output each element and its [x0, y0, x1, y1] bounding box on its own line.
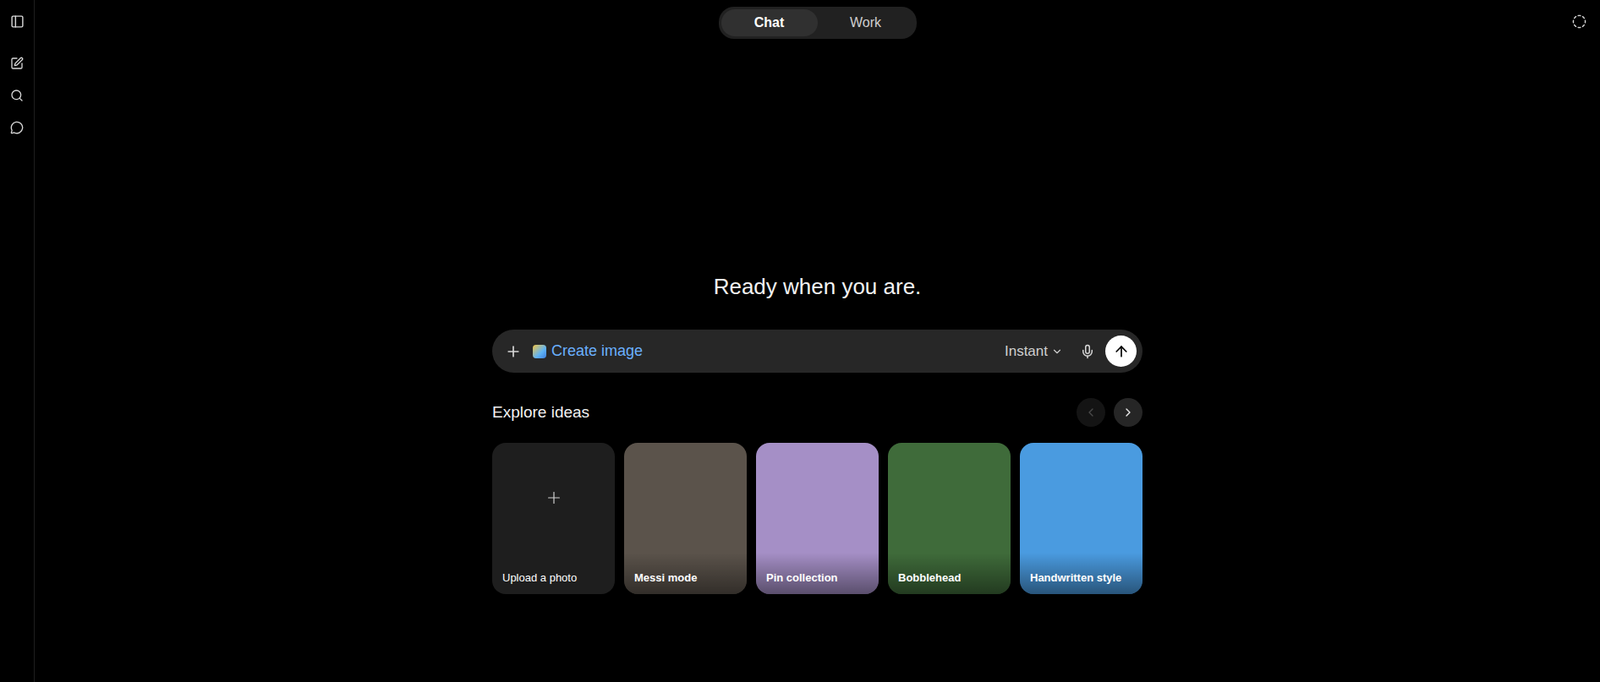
main-area: ChatWork Ready when you are. Create image I…: [34, 0, 1600, 682]
add-button[interactable]: [504, 342, 523, 362]
plus-icon: [504, 343, 522, 361]
top-bar: ChatWork: [34, 0, 1600, 46]
next-button[interactable]: [1113, 398, 1143, 428]
dashed-circle-icon: [1572, 14, 1587, 29]
upload-card[interactable]: Upload a photo: [492, 443, 615, 595]
mode-tab[interactable]: Chat: [721, 9, 818, 37]
idea-cards: Upload a photoMessi modePin collectionBo…: [492, 443, 1143, 595]
explore-title: Explore ideas: [492, 403, 590, 422]
image-icon: [532, 345, 547, 359]
card-label: Upload a photo: [492, 553, 615, 595]
search-button[interactable]: [7, 86, 27, 105]
chat-bubble-icon: [10, 120, 24, 135]
composer[interactable]: Create image Instant: [492, 329, 1143, 373]
microphone-icon: [1079, 344, 1096, 360]
heading: Ready when you are.: [492, 273, 1143, 301]
idea-card[interactable]: Handwritten style: [1019, 443, 1143, 595]
explore-header: Explore ideas: [492, 398, 1143, 428]
temporary-chat-button[interactable]: [1569, 11, 1589, 31]
previous-button[interactable]: [1076, 398, 1106, 428]
pencil-square-icon: [10, 56, 24, 71]
send-button[interactable]: [1105, 335, 1137, 368]
panel-left-icon: [10, 14, 25, 29]
idea-card[interactable]: Bobblehead: [887, 443, 1011, 595]
mode-tab[interactable]: Work: [817, 9, 915, 37]
card-label: Bobblehead: [887, 553, 1011, 595]
card-label: Pin collection: [756, 553, 879, 595]
card-label: Handwritten style: [1019, 553, 1143, 595]
chevron-left-icon: [1084, 405, 1098, 420]
new-chat-button[interactable]: [7, 54, 27, 73]
idea-card[interactable]: Messi mode: [624, 443, 747, 595]
idea-card[interactable]: Pin collection: [756, 443, 879, 595]
home-content: Ready when you are. Create image Instant Ex…: [492, 273, 1143, 595]
arrow-up-icon: [1112, 343, 1130, 361]
create-image-chip[interactable]: Create image: [531, 339, 645, 364]
voice-button[interactable]: [1078, 342, 1097, 362]
chats-button[interactable]: [7, 118, 27, 137]
search-icon: [10, 88, 24, 103]
plus-icon: [544, 488, 564, 508]
app-window: ChatWork Ready when you are. Create image I…: [0, 0, 1600, 682]
chevron-down-icon: [1051, 345, 1064, 358]
toggle-sidebar-button[interactable]: [7, 11, 27, 31]
chevron-right-icon: [1121, 405, 1135, 420]
card-label: Messi mode: [624, 553, 747, 595]
mode-toggle: ChatWork: [718, 6, 917, 39]
sidebar: [0, 0, 35, 682]
model-selector[interactable]: Instant: [997, 339, 1070, 364]
